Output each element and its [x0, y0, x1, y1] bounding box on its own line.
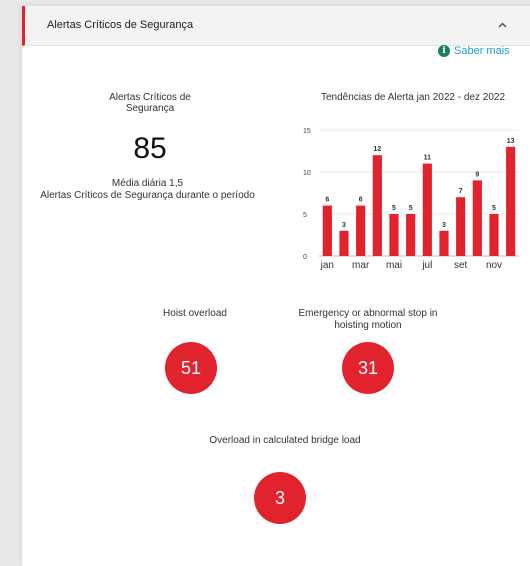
bar-ago[interactable] — [439, 230, 449, 256]
y-tick-label: 10 — [303, 170, 311, 177]
bar-jan[interactable] — [322, 205, 332, 256]
x-tick-label-jul: jul — [421, 260, 432, 271]
data-label-jul: 11 — [424, 155, 432, 162]
bar-dez[interactable] — [506, 146, 516, 256]
metric-circle-emergency-stop[interactable]: 31 — [342, 342, 394, 394]
y-tick-label: 15 — [303, 128, 311, 135]
data-label-fev: 3 — [342, 222, 346, 229]
bar-jun[interactable] — [406, 214, 416, 256]
metric-label-emergency-stop: Emergency or abnormal stop in hoisting m… — [298, 308, 438, 331]
panel-title: Alertas Críticos de Segurança — [47, 19, 194, 31]
data-label-out: 9 — [475, 171, 479, 178]
chart-title: Tendências de Alerta jan 2022 - dez 2022 — [320, 92, 506, 103]
bar-abr[interactable] — [372, 155, 382, 256]
alert-trend-chart: 0 5 10 15 6 3 6 12 5 5 11 3 7 9 5 13 jan mar mai jul set nov — [303, 128, 519, 271]
x-tick-label-nov: nov — [486, 260, 502, 271]
bar-nov[interactable] — [489, 214, 499, 256]
saber-mais-link[interactable]: i Saber mais — [438, 45, 510, 57]
bar-set[interactable] — [456, 197, 466, 256]
x-tick-label-mai: mai — [386, 260, 402, 271]
metric-label-bridge-overload: Overload in calculated bridge load — [209, 435, 361, 446]
kpi-subtitle: Média diária 1,5 Alertas Críticos de Seg… — [20, 178, 275, 202]
data-label-dez: 13 — [507, 138, 515, 145]
metric-circle-bridge-overload[interactable]: 3 — [254, 472, 306, 524]
bar-jul[interactable] — [422, 163, 432, 256]
kpi-value: 85 — [133, 132, 167, 165]
data-label-ago: 3 — [442, 222, 446, 229]
kpi-description: Alertas Críticos de Segurança durante o … — [40, 190, 255, 201]
bar-out[interactable] — [472, 180, 482, 256]
data-label-mar: 6 — [359, 197, 363, 204]
kpi-daily-average: Média diária 1,5 — [111, 178, 184, 189]
data-label-jun: 5 — [409, 205, 413, 212]
x-tick-label-jan: jan — [320, 260, 334, 271]
y-tick-label: 0 — [303, 254, 307, 261]
metric-circle-hoist-overload[interactable]: 51 — [165, 342, 217, 394]
x-tick-label-set: set — [454, 260, 468, 271]
panel-header[interactable]: Alertas Críticos de Segurança — [22, 6, 530, 46]
data-label-abr: 12 — [373, 146, 381, 153]
data-label-jan: 6 — [325, 197, 329, 204]
x-tick-label-mar: mar — [352, 260, 370, 271]
bar-fev[interactable] — [339, 230, 349, 256]
chevron-up-icon[interactable] — [495, 18, 509, 32]
bar-mar[interactable] — [356, 205, 366, 256]
data-label-mai: 5 — [392, 205, 396, 212]
metric-label-hoist-overload: Hoist overload — [163, 308, 227, 319]
data-label-set: 7 — [459, 188, 463, 195]
info-icon: i — [438, 45, 450, 57]
y-tick-label: 5 — [303, 212, 307, 219]
kpi-title: Alertas Críticos de Segurança — [109, 92, 191, 114]
data-label-nov: 5 — [492, 205, 496, 212]
saber-mais-label[interactable]: Saber mais — [454, 45, 510, 57]
bar-mai[interactable] — [389, 214, 399, 256]
